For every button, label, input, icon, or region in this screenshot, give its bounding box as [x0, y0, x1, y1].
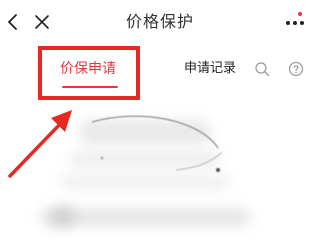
blurred-illustration	[91, 115, 223, 172]
more-dots-icon	[286, 21, 304, 25]
search-icon[interactable]	[254, 61, 270, 77]
top-nav-bar: 价格保护	[0, 0, 320, 44]
help-icon[interactable]	[288, 61, 304, 77]
notification-dot	[298, 12, 302, 16]
more-button[interactable]	[282, 12, 308, 34]
blurred-content	[0, 100, 320, 245]
page-title: 价格保护	[125, 12, 194, 31]
annotation-highlight-box	[38, 46, 140, 100]
tab-apply-records[interactable]: 申请记录	[184, 60, 236, 78]
price-protection-screen: 价格保护 价保申请 申请记录	[0, 0, 320, 245]
